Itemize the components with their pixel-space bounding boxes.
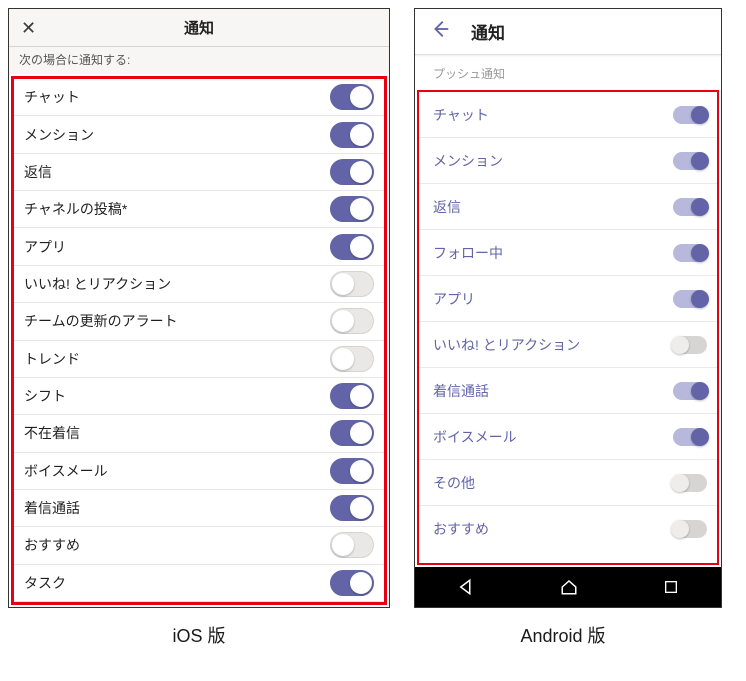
list-item: チャット [419,92,717,138]
setting-label: おすすめ [433,519,489,539]
toggle-switch[interactable] [330,122,374,148]
ios-header-title: 通知 [9,17,389,38]
list-item: アプリ [14,228,384,265]
list-item: チャット [14,79,384,116]
ios-settings-list: チャットメンション返信チャネルの投稿* アプリいいね! とリアクションチームの更新… [11,76,387,605]
list-item: ボイスメール [419,414,717,460]
toggle-switch[interactable] [330,234,374,260]
setting-label: タスク [24,573,66,593]
setting-label: トレンド [24,349,80,369]
list-item: トレンド [14,341,384,378]
list-item: 返信 [419,184,717,230]
captions-row: iOS 版 Android 版 [0,608,746,648]
nav-recent-icon[interactable] [663,579,679,595]
setting-label: アプリ [24,237,66,257]
setting-label: いいね! とリアクション [433,335,580,355]
setting-label: メンション [24,125,94,145]
toggle-switch[interactable] [330,159,374,185]
setting-label: チャット [24,87,80,107]
toggle-switch[interactable] [673,106,707,124]
setting-label: 返信 [433,197,461,217]
list-item: いいね! とリアクション [14,266,384,303]
ios-header: ✕ 通知 [9,9,389,47]
toggle-switch[interactable] [673,428,707,446]
android-screen: 通知 プッシュ通知 チャットメンション返信フォロー中アプリいいね! とリアクショ… [414,8,722,608]
setting-label: チームの更新のアラート [24,311,178,331]
toggle-switch[interactable] [330,84,374,110]
toggle-switch[interactable] [673,152,707,170]
android-caption: Android 版 [398,622,728,648]
setting-label: いいね! とリアクション [24,274,171,294]
toggle-switch[interactable] [330,570,374,596]
list-item: 着信通話 [14,490,384,527]
setting-label: メンション [433,151,503,171]
toggle-switch[interactable] [330,532,374,558]
list-item: メンション [419,138,717,184]
setting-label: フォロー中 [433,243,503,263]
list-item: ボイスメール [14,453,384,490]
setting-label: その他 [433,473,475,493]
list-item: 返信 [14,154,384,191]
android-header: 通知 [415,9,721,55]
nav-back-icon[interactable] [457,578,475,596]
list-item: チームの更新のアラート [14,303,384,340]
ios-subheader: 次の場合に通知する: [9,47,389,74]
list-item: タスク [14,565,384,602]
toggle-switch[interactable] [330,495,374,521]
setting-label: アプリ [433,289,475,309]
android-settings-list: チャットメンション返信フォロー中アプリいいね! とリアクション着信通話ボイスメー… [417,90,719,565]
toggle-switch[interactable] [330,271,374,297]
ios-screen: ✕ 通知 次の場合に通知する: チャットメンション返信チャネルの投稿* アプリいい… [8,8,390,608]
list-item: フォロー中 [419,230,717,276]
toggle-switch[interactable] [330,346,374,372]
toggle-switch[interactable] [330,308,374,334]
setting-label: ボイスメール [24,461,108,481]
back-icon[interactable] [429,18,451,46]
toggle-switch[interactable] [673,520,707,538]
toggle-switch[interactable] [673,382,707,400]
toggle-switch[interactable] [330,383,374,409]
toggle-switch[interactable] [330,420,374,446]
list-item: チャネルの投稿* [14,191,384,228]
setting-label: シフト [24,386,66,406]
list-item: おすすめ [14,527,384,564]
list-item: その他 [419,460,717,506]
toggle-switch[interactable] [673,198,707,216]
toggle-switch[interactable] [673,244,707,262]
android-navbar [415,567,721,607]
list-item: 着信通話 [419,368,717,414]
setting-label: 不在着信 [24,423,80,443]
setting-label: チャット [433,105,489,125]
setting-label: 着信通話 [24,498,80,518]
list-item: シフト [14,378,384,415]
setting-label: 返信 [24,162,52,182]
list-item: おすすめ [419,506,717,552]
nav-home-icon[interactable] [560,578,578,596]
list-item: アプリ [419,276,717,322]
toggle-switch[interactable] [330,196,374,222]
setting-label: ボイスメール [433,427,517,447]
toggle-switch[interactable] [673,336,707,354]
toggle-switch[interactable] [673,290,707,308]
list-item: いいね! とリアクション [419,322,717,368]
setting-label: チャネルの投稿* [24,199,127,219]
toggle-switch[interactable] [330,458,374,484]
list-item: 不在着信 [14,415,384,452]
toggle-switch[interactable] [673,474,707,492]
ios-caption: iOS 版 [0,622,398,648]
setting-label: おすすめ [24,535,80,555]
android-subheader: プッシュ通知 [415,55,721,88]
setting-label: 着信通話 [433,381,489,401]
close-icon[interactable]: ✕ [21,19,36,37]
android-header-title: 通知 [471,19,505,44]
list-item: メンション [14,116,384,153]
